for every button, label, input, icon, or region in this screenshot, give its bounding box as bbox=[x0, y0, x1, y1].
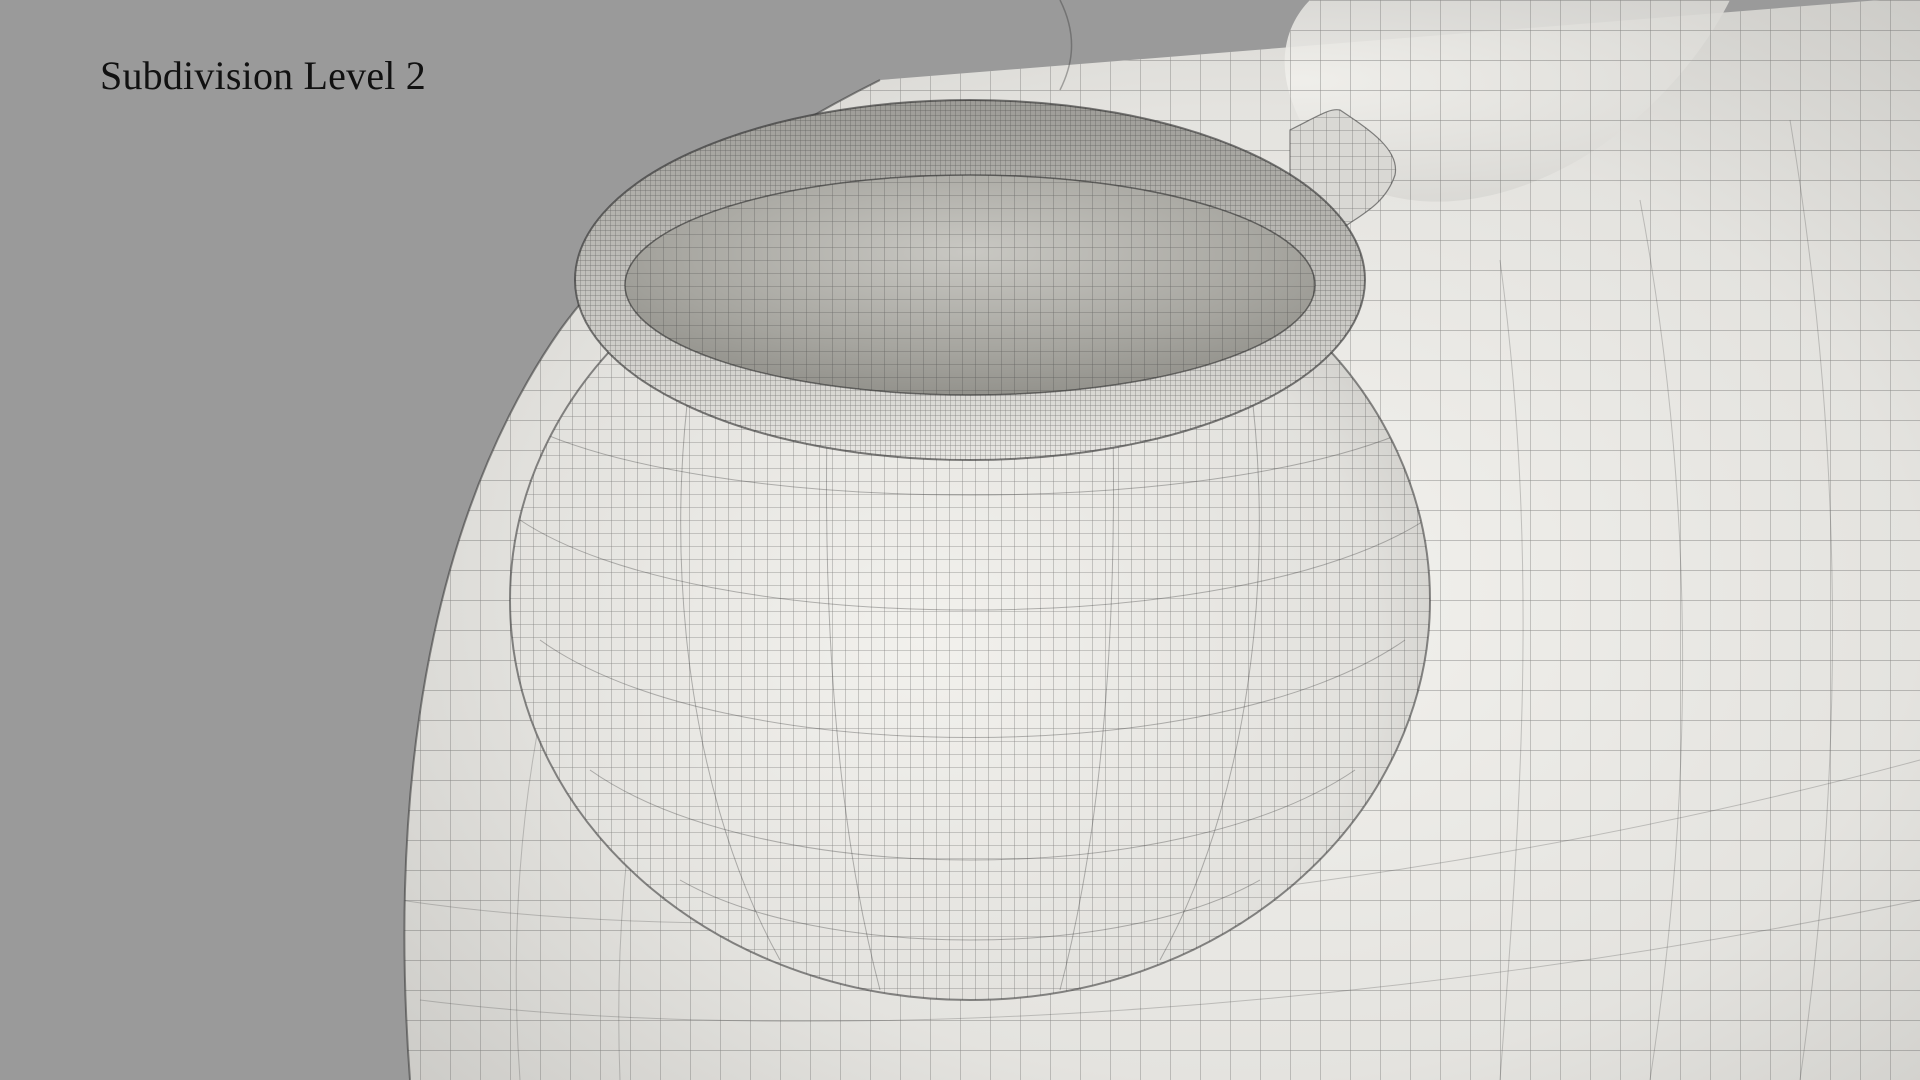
subdivided-teapot-render bbox=[0, 0, 1920, 1080]
render-viewport: Subdivision Level 2 bbox=[0, 0, 1920, 1080]
subdivision-level-caption: Subdivision Level 2 bbox=[100, 53, 427, 98]
